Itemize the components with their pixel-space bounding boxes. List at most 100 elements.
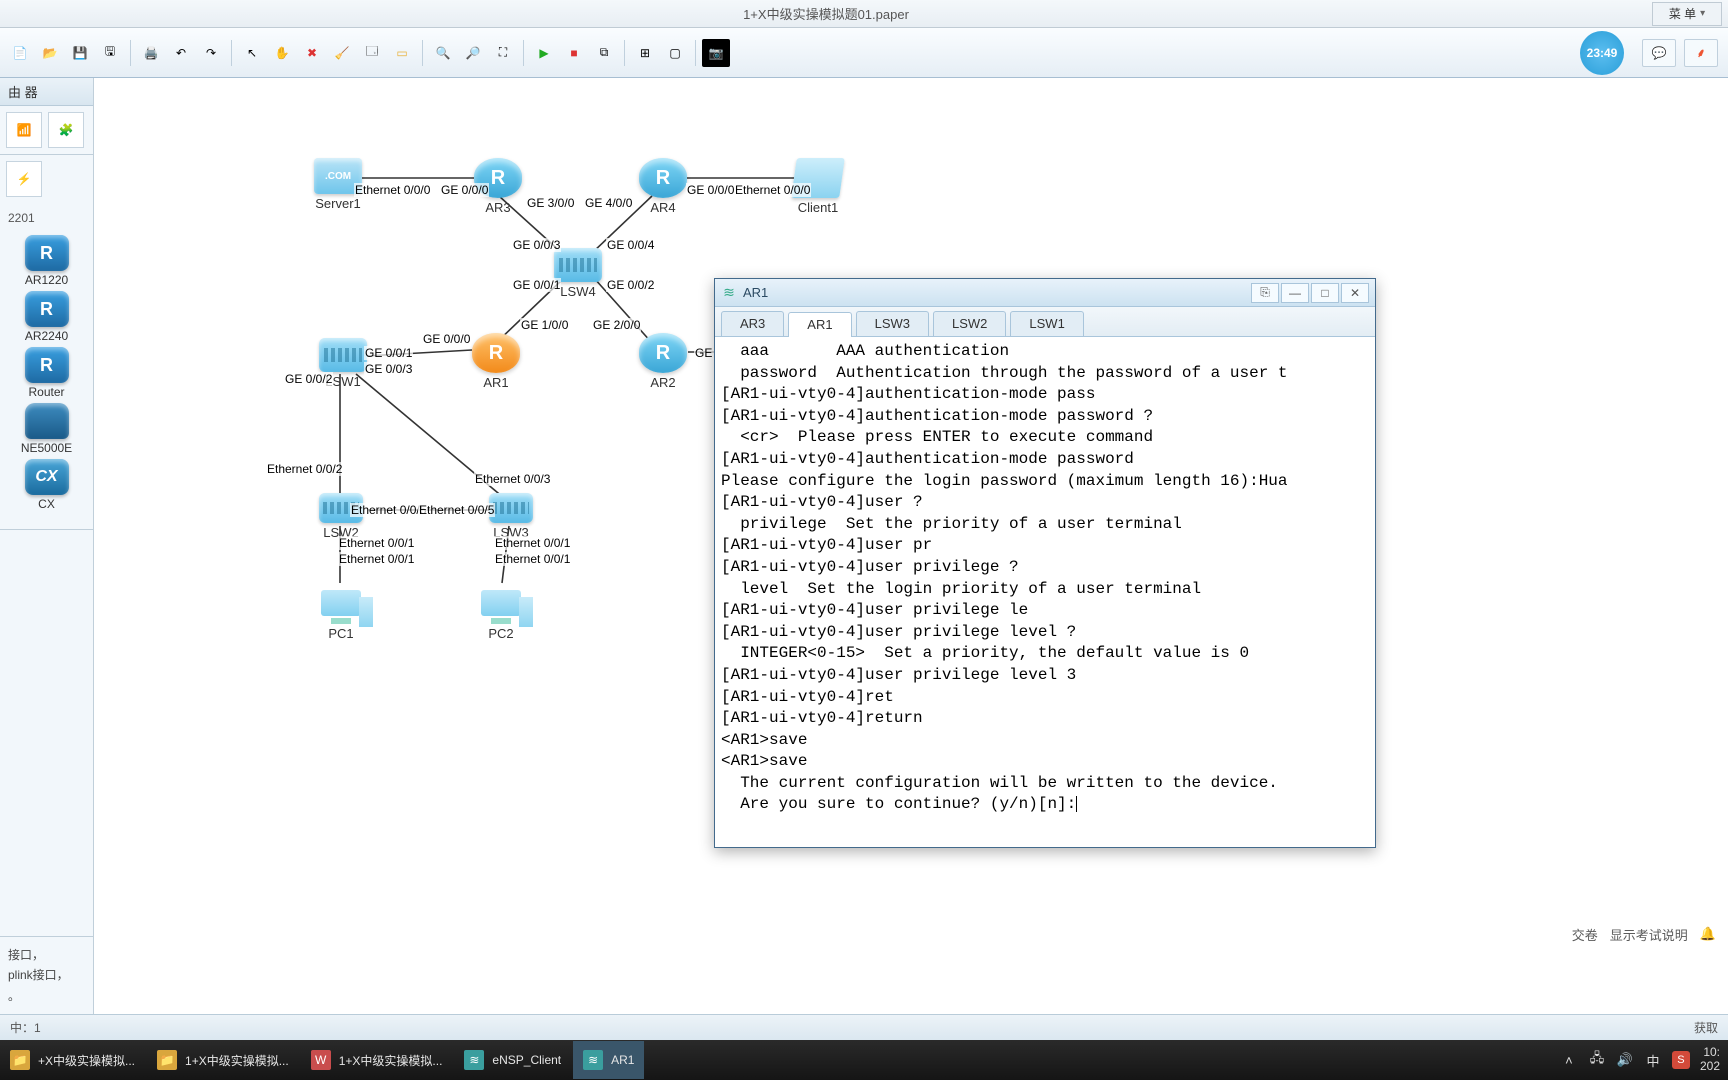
status-right: 获取 [1694,1019,1718,1036]
capture-icon[interactable]: ⧉ [590,39,618,67]
undo-icon[interactable]: ↶ [167,39,195,67]
message-icon[interactable]: 💬 [1642,39,1676,67]
palette-icon[interactable]: ▭ [388,39,416,67]
main-area: 由 器 📶 🧩 ⚡ 2201 RAR1220 RAR2240 RRouter N… [0,78,1728,1014]
device-item-router[interactable]: RRouter [0,347,93,399]
switch-icon [319,338,367,372]
taskbar-item[interactable]: ≋eNSP_Client [454,1041,571,1079]
maximize-icon[interactable]: □ [1311,283,1339,303]
terminal-tab[interactable]: LSW2 [933,311,1006,336]
interface-label: Ethernet 0/0/1 [494,536,571,550]
timer-badge: 23:49 [1580,31,1624,75]
close-icon[interactable]: ✕ [1341,283,1369,303]
interface-label: Ethernet 0/0/2 [266,462,343,476]
interface-label: GE 0/0/0 [440,183,489,197]
zoom-in-icon[interactable]: 🔍 [429,39,457,67]
new-icon[interactable]: 📄 [6,39,34,67]
text-icon[interactable]: 🗔 [358,39,386,67]
node-pc2[interactable]: PC2 [479,578,523,641]
interface-label: Ethernet 0/0/1 [338,552,415,566]
sidebar-header: 由 器 [0,78,93,106]
exam-footer: 交卷 显示考试说明 🔔 [1560,920,1728,948]
print-icon[interactable]: 🖨️ [137,39,165,67]
tray-network-icon[interactable]: 🖧 [1588,1051,1606,1069]
stop-icon[interactable]: ■ [560,39,588,67]
interface-label: GE 0/0/3 [512,238,561,252]
fit-icon[interactable]: ⛶ [489,39,517,67]
taskbar-item[interactable]: 📁1+X中级实操模拟... [147,1041,299,1079]
broom-icon[interactable]: 🧹 [328,39,356,67]
interface-label: GE 0/0/4 [606,238,655,252]
node-ar1[interactable]: R AR1 [472,333,520,390]
interface-label: GE 3/0/0 [526,196,575,210]
taskbar-app-icon: W [311,1050,331,1070]
power-icon[interactable]: ⚡ [6,161,42,197]
minimize-icon[interactable]: — [1281,283,1309,303]
router-icon: R [472,333,520,373]
node-pc1[interactable]: PC1 [319,578,363,641]
status-text: 中：1 [10,1019,41,1036]
ensp-icon: ≋ [721,285,737,301]
title-bar: 1+X中级实操模拟题01.paper 菜 单 [0,0,1728,28]
save-icon[interactable]: 💾 [66,39,94,67]
terminal-tab[interactable]: LSW1 [1010,311,1083,336]
status-bar: 中：1 获取 [0,1014,1728,1040]
taskbar-item[interactable]: W1+X中级实操模拟... [301,1041,453,1079]
taskbar-app-icon: 📁 [10,1050,30,1070]
redo-icon[interactable]: ↷ [197,39,225,67]
tray-ime-icon[interactable]: 中 [1644,1051,1662,1069]
tray-sogou-icon[interactable]: S [1672,1051,1690,1069]
show-exam-desc-button[interactable]: 显示考试说明 [1610,925,1688,944]
zoom-out-icon[interactable]: 🔎 [459,39,487,67]
window-icon[interactable]: ▢ [661,39,689,67]
module-category-icon[interactable]: 🧩 [48,112,84,148]
tray-chevron-icon[interactable]: ˄ [1560,1051,1578,1069]
open-icon[interactable]: 📂 [36,39,64,67]
terminal-tab[interactable]: AR3 [721,311,784,336]
terminal-tab[interactable]: AR1 [788,312,851,337]
pan-icon[interactable]: ✋ [268,39,296,67]
node-ar4[interactable]: R AR4 [639,158,687,215]
start-icon[interactable]: ▶ [530,39,558,67]
device-category-label: 2201 [0,209,93,231]
bell-icon[interactable]: 🔔 [1700,926,1716,942]
taskbar-item[interactable]: ≋AR1 [573,1041,644,1079]
huawei-logo-icon[interactable]: ⸙ [1684,39,1718,67]
delete-icon[interactable]: ✖ [298,39,326,67]
topology-canvas[interactable]: .COM Server1 R AR3 R AR4 Client1 LSW4 L [94,78,1728,1014]
pc-icon [319,578,363,624]
tray-clock[interactable]: 10:202 [1700,1046,1720,1074]
interface-label: GE 0/0/2 [284,372,333,386]
interface-label: Ethernet 0/0/5 [350,503,427,517]
menu-button[interactable]: 菜 单 [1652,2,1722,26]
terminal-titlebar[interactable]: ≋ AR1 ⎘ — □ ✕ [715,279,1375,307]
interface-label: GE 1/0/0 [520,318,569,332]
grid-icon[interactable]: ⊞ [631,39,659,67]
node-lsw3[interactable]: LSW3 [489,493,533,540]
video-icon[interactable]: 📷 [702,39,730,67]
wireless-category-icon[interactable]: 📶 [6,112,42,148]
interface-label: GE 0/0/2 [606,278,655,292]
taskbar-item[interactable]: 📁 +X中级实操模拟... [0,1041,145,1079]
interface-label: Ethernet 0/0/0 [354,183,431,197]
tray-volume-icon[interactable]: 🔊 [1616,1051,1634,1069]
taskbar: 📁 +X中级实操模拟... 📁1+X中级实操模拟...W1+X中级实操模拟...≋e… [0,1040,1728,1080]
device-item-ne5000e[interactable]: NE5000E [0,403,93,455]
interface-label: GE 0/0/3 [364,362,413,376]
interface-label: Ethernet 0/0/1 [338,536,415,550]
interface-label: GE 0/0/0 [422,332,471,346]
terminal-tab[interactable]: LSW3 [856,311,929,336]
interface-label: Ethernet 0/0/3 [474,472,551,486]
node-ar2[interactable]: R AR2 [639,333,687,390]
toolbar: 📄 📂 💾 🖫 🖨️ ↶ ↷ ↖ ✋ ✖ 🧹 🗔 ▭ 🔍 🔎 ⛶ ▶ ■ ⧉ ⊞… [0,28,1728,78]
pointer-icon[interactable]: ↖ [238,39,266,67]
submit-exam-button[interactable]: 交卷 [1572,925,1598,944]
save-as-icon[interactable]: 🖫 [96,39,124,67]
device-item-cx[interactable]: CXCX [0,459,93,511]
pin-icon[interactable]: ⎘ [1251,283,1279,303]
terminal-window[interactable]: ≋ AR1 ⎘ — □ ✕ AR3AR1LSW3LSW2LSW1 aaa AAA… [714,278,1376,848]
terminal-output[interactable]: aaa AAA authentication password Authenti… [715,337,1375,847]
taskbar-item-label: +X中级实操模拟... [38,1052,135,1069]
device-item-ar2240[interactable]: RAR2240 [0,291,93,343]
device-item-ar1220[interactable]: RAR1220 [0,235,93,287]
